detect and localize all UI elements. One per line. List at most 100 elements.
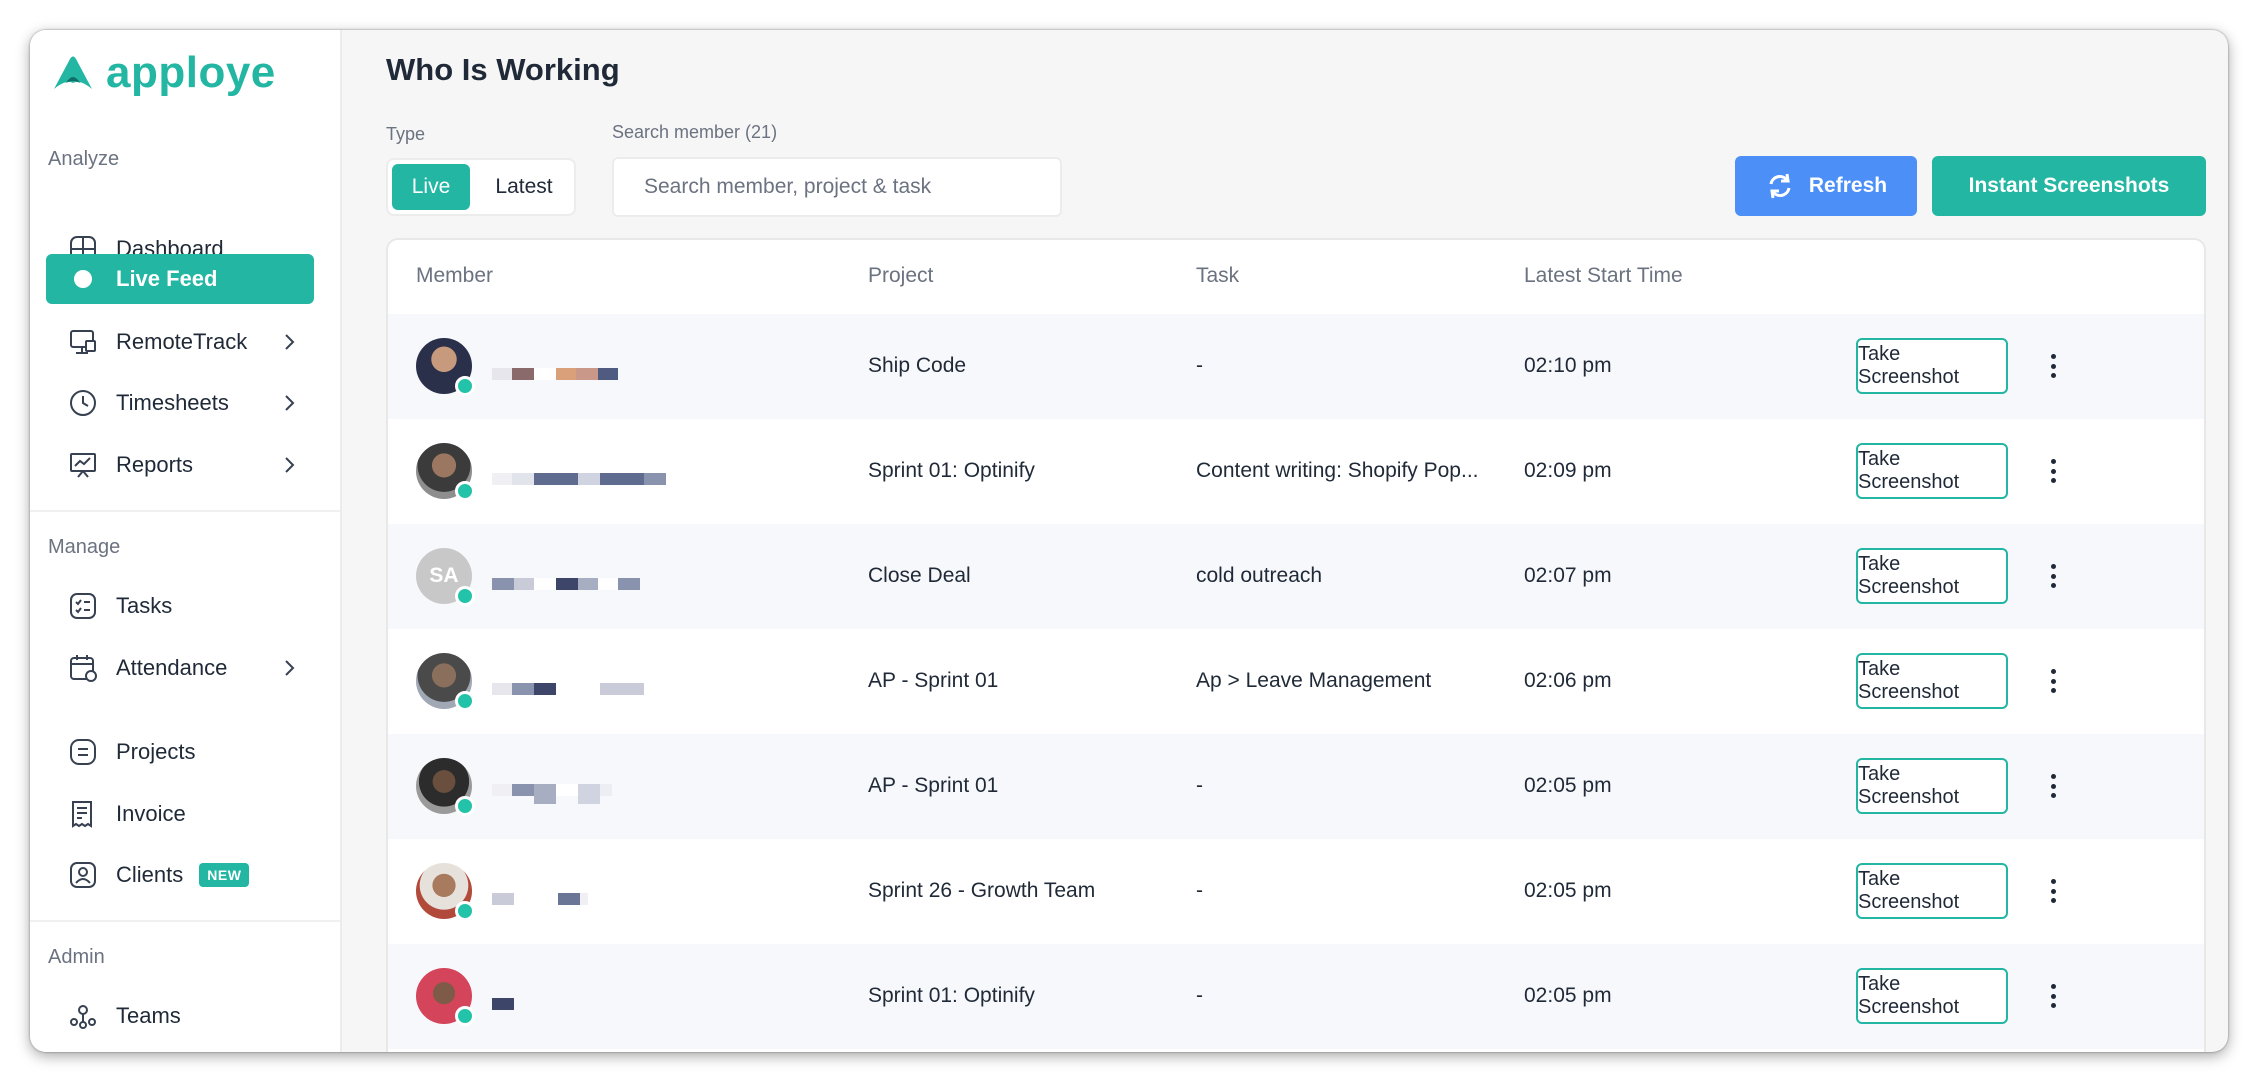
type-latest-button[interactable]: Latest xyxy=(480,164,568,210)
sidebar-item-label: Tasks xyxy=(116,593,173,618)
project-cell: Sprint 01: Optinify xyxy=(868,459,1035,482)
sidebar-item-timesheets[interactable]: Timesheets xyxy=(46,378,314,428)
task-cell: - xyxy=(1196,984,1203,1007)
client-icon xyxy=(68,860,98,890)
project-cell: AP - Sprint 01 xyxy=(868,669,999,692)
section-manage: Manage xyxy=(48,536,121,558)
type-label: Type xyxy=(386,124,426,144)
more-options-icon[interactable] xyxy=(2043,560,2063,592)
member-name-redacted xyxy=(492,998,514,1012)
header-task: Task xyxy=(1196,264,1240,287)
refresh-button[interactable]: Refresh xyxy=(1735,156,1917,216)
sidebar-item-projects[interactable]: Projects xyxy=(46,727,314,777)
sidebar-item-label: Teams xyxy=(116,1003,181,1028)
member-name-redacted xyxy=(492,368,618,382)
online-status-dot xyxy=(455,586,475,606)
online-status-dot xyxy=(455,1006,475,1026)
project-icon xyxy=(68,737,98,767)
chevron-right-icon xyxy=(285,457,295,473)
sidebar-item-label: Clients xyxy=(116,862,184,887)
avatar[interactable]: SA xyxy=(416,548,475,606)
more-options-icon[interactable] xyxy=(2043,665,2063,697)
time-cell: 02:05 pm xyxy=(1524,984,1612,1007)
sidebar-item-label: Attendance xyxy=(116,655,228,680)
avatar[interactable] xyxy=(416,758,475,816)
more-options-icon[interactable] xyxy=(2043,350,2063,382)
online-status-dot xyxy=(455,796,475,816)
project-cell: Close Deal xyxy=(868,564,971,587)
more-options-icon[interactable] xyxy=(2043,980,2063,1012)
time-cell: 02:09 pm xyxy=(1524,459,1612,482)
task-cell: cold outreach xyxy=(1196,564,1323,587)
time-cell: 02:06 pm xyxy=(1524,669,1612,692)
table-header: Member Project Task Latest Start Time xyxy=(388,240,2204,316)
section-analyze: Analyze xyxy=(48,148,120,170)
sidebar: apploye Analyze Dashboard Live Feed Remo… xyxy=(30,30,342,1052)
sidebar-item-invoice[interactable]: Invoice xyxy=(46,789,314,839)
new-badge: NEW xyxy=(199,863,250,887)
take-screenshot-button[interactable]: Take Screenshot xyxy=(1856,653,2008,709)
sidebar-item-clients[interactable]: Clients NEW xyxy=(46,850,314,900)
sidebar-item-teams[interactable]: Teams xyxy=(46,991,314,1041)
header-member: Member xyxy=(416,264,494,287)
more-options-icon[interactable] xyxy=(2043,455,2063,487)
section-admin: Admin xyxy=(48,946,105,968)
avatar[interactable] xyxy=(416,653,475,711)
sidebar-divider xyxy=(30,510,340,512)
refresh-icon xyxy=(1769,173,1791,199)
avatar[interactable] xyxy=(416,863,475,921)
avatar[interactable] xyxy=(416,443,475,501)
sidebar-item-label: Invoice xyxy=(116,801,186,826)
take-screenshot-button[interactable]: Take Screenshot xyxy=(1856,548,2008,604)
avatar[interactable] xyxy=(416,338,475,396)
sidebar-item-remotetrack[interactable]: RemoteTrack xyxy=(46,317,314,367)
type-toggle: Live Latest xyxy=(386,158,576,216)
task-cell: - xyxy=(1196,354,1203,377)
avatar[interactable] xyxy=(416,968,475,1026)
logo[interactable]: apploye xyxy=(50,48,276,98)
task-cell: Content writing: Shopify Pop... xyxy=(1196,459,1479,482)
members-table: Member Project Task Latest Start Time Sh… xyxy=(386,238,2206,1052)
sidebar-item-attendance[interactable]: Attendance xyxy=(46,643,314,693)
sidebar-item-live-feed[interactable]: Live Feed xyxy=(46,254,314,304)
project-cell: Ship Code xyxy=(868,354,967,377)
sidebar-item-tasks[interactable]: Tasks xyxy=(46,581,314,631)
take-screenshot-button[interactable]: Take Screenshot xyxy=(1856,338,2008,394)
table-row: Sprint 01: Optinify Content writing: Sho… xyxy=(388,419,2204,524)
search-input[interactable] xyxy=(612,157,1062,217)
table-row: AP - Sprint 01 - 02:05 pm Take Screensho… xyxy=(388,734,2204,839)
online-status-dot xyxy=(455,481,475,501)
refresh-label: Refresh xyxy=(1808,174,1888,197)
more-options-icon[interactable] xyxy=(2043,770,2063,802)
header-latest-start-time: Latest Start Time xyxy=(1524,264,1683,287)
chevron-right-icon xyxy=(285,660,295,676)
take-screenshot-button[interactable]: Take Screenshot xyxy=(1856,863,2008,919)
sidebar-item-label: Reports xyxy=(116,452,194,477)
project-cell: Sprint 01: Optinify xyxy=(868,984,1035,1007)
sidebar-item-label: Timesheets xyxy=(116,390,229,415)
chart-board-icon xyxy=(68,450,98,480)
sidebar-item-label: Live Feed xyxy=(116,266,218,291)
page-title: Who Is Working xyxy=(386,52,620,87)
time-cell: 02:07 pm xyxy=(1524,564,1612,587)
more-options-icon[interactable] xyxy=(2043,875,2063,907)
take-screenshot-button[interactable]: Take Screenshot xyxy=(1856,443,2008,499)
project-cell: AP - Sprint 01 xyxy=(868,774,999,797)
online-status-dot xyxy=(455,901,475,921)
sidebar-divider xyxy=(30,920,340,922)
take-screenshot-button[interactable]: Take Screenshot xyxy=(1856,968,2008,1024)
take-screenshot-button[interactable]: Take Screenshot xyxy=(1856,758,2008,814)
time-cell: 02:05 pm xyxy=(1524,879,1612,902)
chevron-right-icon xyxy=(285,334,295,350)
member-name-redacted xyxy=(492,784,612,804)
type-live-button[interactable]: Live xyxy=(392,164,470,210)
instant-screenshots-button[interactable]: Instant Screenshots xyxy=(1932,156,2206,216)
project-cell: Sprint 26 - Growth Team xyxy=(868,879,1096,902)
sidebar-item-reports[interactable]: Reports xyxy=(46,440,314,490)
live-dot-icon xyxy=(68,264,98,294)
member-name-redacted xyxy=(492,473,666,487)
apploye-logo-icon xyxy=(54,56,92,89)
sidebar-item-label: Projects xyxy=(116,739,196,764)
table-row: Sprint 01: Optinify - 02:05 pm Take Scre… xyxy=(388,944,2204,1049)
member-name-redacted xyxy=(492,683,644,697)
